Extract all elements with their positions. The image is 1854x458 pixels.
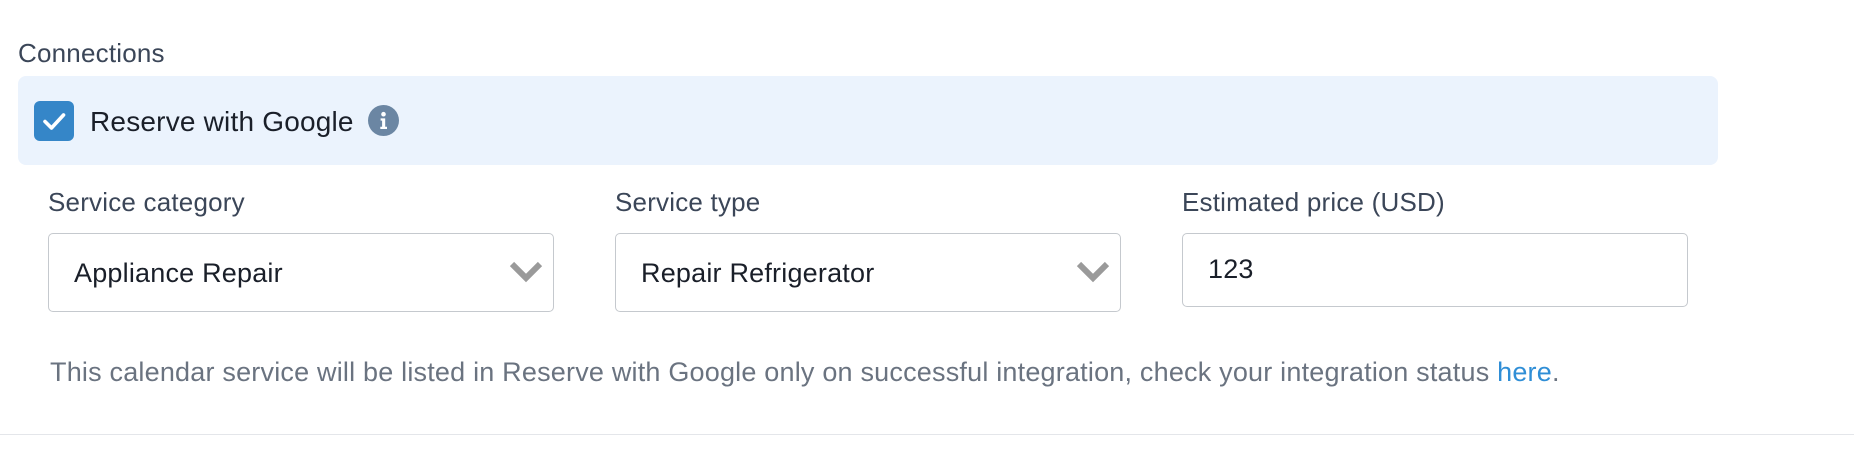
divider [0,434,1854,435]
section-title: Connections [18,38,165,68]
estimated-price-label: Estimated price (USD) [1182,187,1445,217]
estimated-price-value: 123 [1208,254,1254,284]
reserve-with-google-label[interactable]: Reserve with Google [90,106,354,138]
reserve-with-google-row: Reserve with Google [18,76,1718,165]
connections-panel: Connections Reserve with Google Service … [0,0,1854,458]
info-icon[interactable] [368,105,399,136]
checkmark-icon [43,113,66,130]
integration-status-link[interactable]: here [1497,357,1552,387]
service-category-select[interactable]: Appliance Repair [48,233,554,312]
helper-text-body: This calendar service will be listed in … [50,357,1498,387]
service-type-select[interactable]: Repair Refrigerator [615,233,1121,312]
integration-helper-text: This calendar service will be listed in … [50,357,1560,388]
service-category-label: Service category [48,187,245,217]
reserve-with-google-checkbox[interactable] [34,101,74,141]
chevron-down-icon [509,261,543,283]
service-type-label: Service type [615,187,761,217]
helper-text-suffix: . [1551,357,1560,387]
service-type-value: Repair Refrigerator [641,258,875,288]
service-category-value: Appliance Repair [74,258,283,288]
estimated-price-input[interactable]: 123 [1182,233,1688,307]
chevron-down-icon [1076,261,1110,283]
